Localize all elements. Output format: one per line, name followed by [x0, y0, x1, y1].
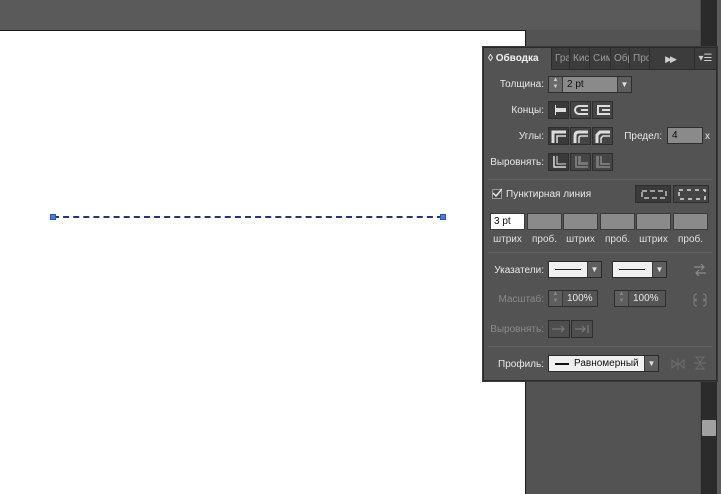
- scale-start-field[interactable]: ▲ ▼ 100%: [548, 290, 598, 307]
- align-inside-icon: [575, 156, 588, 168]
- dash-exact-icon: [641, 190, 667, 199]
- miter-join-icon: [551, 130, 566, 143]
- round-join-icon: [573, 130, 588, 143]
- corner-bevel-button[interactable]: [592, 127, 613, 145]
- align-arrowheads-label: Выровнять:: [490, 324, 544, 335]
- scroll-edge: [717, 0, 721, 494]
- divider: [488, 179, 712, 180]
- gap-2-field[interactable]: [600, 213, 635, 230]
- divider: [488, 252, 712, 253]
- tab-transparency[interactable]: Про: [630, 48, 650, 70]
- flip-vertical-icon[interactable]: [694, 356, 706, 370]
- chevron-down-icon[interactable]: ▼: [617, 77, 631, 92]
- spinner-arrows-icon[interactable]: ▲ ▼: [549, 291, 563, 306]
- anchor-point-start[interactable]: [50, 214, 56, 220]
- arrow-tip-beyond-button[interactable]: [548, 320, 570, 338]
- align-inside-button[interactable]: [570, 153, 591, 171]
- chevron-down-icon[interactable]: ▼: [652, 262, 666, 277]
- weight-field[interactable]: ▲ ▼ 2 pt ▼: [548, 76, 632, 93]
- align-outside-button[interactable]: [592, 153, 613, 171]
- bevel-join-icon: [595, 130, 610, 143]
- limit-value[interactable]: 4: [672, 130, 678, 141]
- uniform-profile-icon: [555, 363, 569, 365]
- gap-1-label: проб.: [531, 234, 558, 245]
- dash-align-corners-button[interactable]: [673, 185, 709, 203]
- scale-end-value[interactable]: 100%: [633, 293, 659, 304]
- arrow-tip-at-end-button[interactable]: [571, 320, 593, 338]
- dashed-line-label: Пунктирная линия: [506, 189, 592, 200]
- tab-stroke[interactable]: ◊ Обводка: [484, 48, 552, 70]
- dash-3-label: штрих: [639, 234, 668, 245]
- link-scale-icon[interactable]: [692, 292, 708, 308]
- caps-label: Концы:: [511, 105, 544, 116]
- round-cap-icon: [574, 105, 588, 115]
- cap-projecting-button[interactable]: [592, 101, 613, 119]
- scrollbar-thumb[interactable]: [702, 420, 716, 436]
- line-preview-icon: [619, 269, 645, 270]
- butt-cap-icon: [555, 105, 566, 115]
- dash-1-value[interactable]: 3 pt: [494, 216, 511, 227]
- align-center-icon: [553, 156, 566, 168]
- dash-3-field[interactable]: [636, 213, 671, 230]
- corners-label: Углы:: [518, 131, 544, 142]
- arrow-extend-icon: [552, 325, 565, 333]
- chevron-down-icon[interactable]: ▼: [644, 356, 658, 371]
- end-arrowhead-select[interactable]: ▼: [612, 261, 667, 278]
- tab-gradient[interactable]: Гра: [552, 48, 570, 70]
- align-center-button[interactable]: [548, 153, 569, 171]
- limit-label: Предел:: [624, 131, 662, 142]
- line-preview-icon: [555, 269, 581, 270]
- align-stroke-label: Выровнять:: [490, 157, 544, 168]
- dash-1-field[interactable]: 3 pt: [490, 213, 525, 230]
- anchor-point-end[interactable]: [440, 214, 446, 220]
- align-outside-icon: [596, 156, 610, 168]
- gap-3-field[interactable]: [673, 213, 708, 230]
- tab-brushes[interactable]: Кис: [570, 48, 590, 70]
- cap-round-button[interactable]: [570, 101, 591, 119]
- flip-horizontal-icon[interactable]: [671, 358, 685, 370]
- start-arrowhead-select[interactable]: ▼: [548, 261, 602, 278]
- dash-2-field[interactable]: [563, 213, 598, 230]
- swap-arrowheads-icon[interactable]: [693, 263, 707, 277]
- dashed-path[interactable]: [53, 216, 443, 218]
- gap-1-field[interactable]: [527, 213, 562, 230]
- limit-field[interactable]: 4: [667, 127, 703, 144]
- scale-start-value[interactable]: 100%: [567, 293, 593, 304]
- scale-end-field[interactable]: ▲ ▼ 100%: [614, 290, 666, 307]
- profile-value: Равномерный: [574, 358, 639, 369]
- dash-1-label: штрих: [493, 234, 522, 245]
- tab-symbols[interactable]: Сим: [590, 48, 611, 70]
- artboard[interactable]: [0, 30, 526, 494]
- panel-menu-icon[interactable]: ▾☰: [694, 48, 716, 70]
- dash-exact-button[interactable]: [635, 185, 671, 203]
- divider: [488, 346, 712, 347]
- gap-2-label: проб.: [604, 234, 631, 245]
- weight-value[interactable]: 2 pt: [567, 79, 584, 90]
- gap-3-label: проб.: [677, 234, 704, 245]
- weight-label: Толщина:: [499, 79, 544, 90]
- dash-align-corners-icon: [678, 189, 706, 200]
- spinner-arrows-icon[interactable]: ▲ ▼: [615, 291, 629, 306]
- stroke-panel: ◊ Обводка Гра Кис Сим Обр Про ▶▶ ▾☰ Толщ…: [483, 47, 717, 381]
- limit-unit: x: [705, 131, 710, 142]
- chevron-down-icon[interactable]: ▼: [587, 262, 601, 277]
- projecting-cap-icon: [597, 105, 610, 115]
- spinner-arrows-icon[interactable]: ▲ ▼: [549, 77, 563, 92]
- double-chevron-right-icon[interactable]: ▶▶: [660, 48, 680, 70]
- scale-label: Масштаб:: [498, 294, 544, 305]
- corner-round-button[interactable]: [570, 127, 591, 145]
- profile-label: Профиль:: [498, 359, 544, 370]
- checkmark-icon: [492, 188, 502, 198]
- corner-miter-button[interactable]: [548, 127, 569, 145]
- arrowheads-label: Указатели:: [494, 265, 544, 276]
- arrow-place-icon: [575, 325, 589, 333]
- panel-tabbar: ◊ Обводка Гра Кис Сим Обр Про ▶▶ ▾☰: [484, 48, 716, 70]
- pasteboard-top: [0, 0, 700, 30]
- dash-2-label: штрих: [566, 234, 595, 245]
- tab-appearance[interactable]: Обр: [611, 48, 630, 70]
- profile-select[interactable]: Равномерный ▼: [548, 355, 659, 372]
- cap-butt-button[interactable]: [548, 101, 569, 119]
- dashed-line-checkbox[interactable]: [492, 188, 502, 199]
